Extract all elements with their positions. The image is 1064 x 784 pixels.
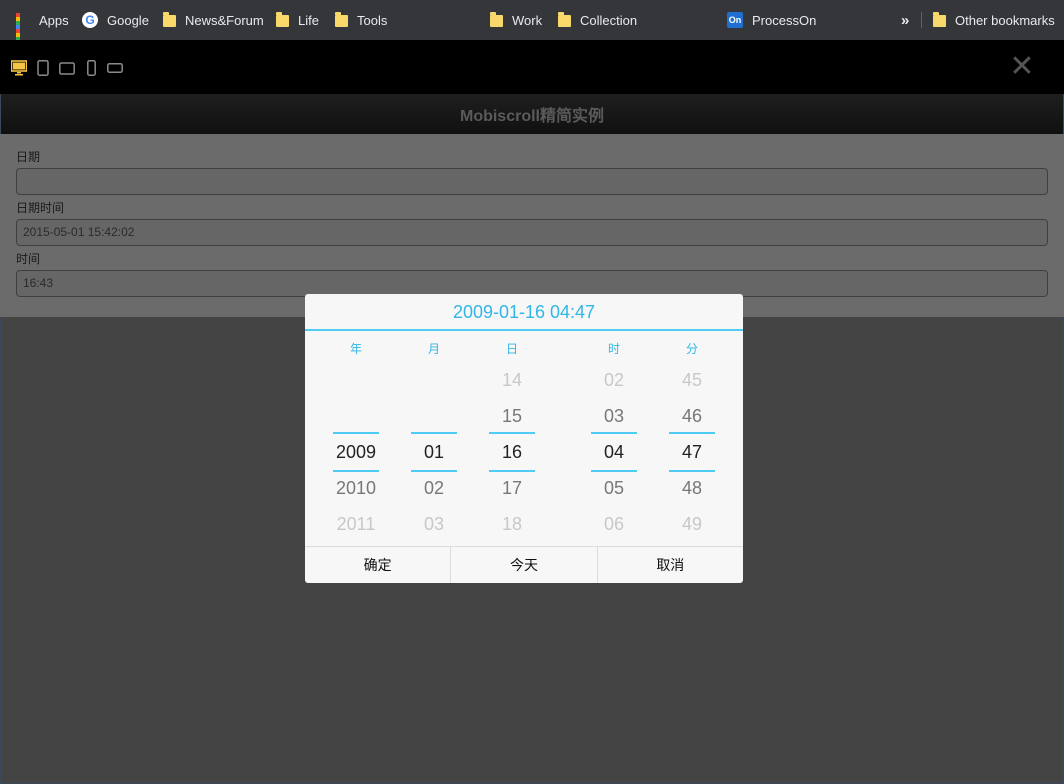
month-wheel[interactable]: 01 02 03: [411, 362, 457, 542]
time-input[interactable]: 16:43: [16, 270, 1048, 297]
wheel-item[interactable]: 02: [591, 362, 637, 398]
wheel-item-selected[interactable]: 2009: [333, 434, 379, 470]
close-preview-icon[interactable]: ✕: [1009, 52, 1035, 82]
page-title: Mobiscroll精简实例: [0, 94, 1064, 134]
bookmark-label: Other bookmarks: [955, 12, 1055, 28]
wheel-item[interactable]: 06: [591, 506, 637, 542]
date-label: 日期: [16, 150, 41, 164]
tablet-portrait-icon[interactable]: [37, 60, 49, 81]
wheel-item[interactable]: 49: [669, 506, 715, 542]
selection-line: [669, 470, 715, 472]
bookmark-label: Work: [512, 12, 543, 28]
selection-line: [489, 470, 535, 472]
selection-line: [411, 470, 457, 472]
phone-portrait-icon[interactable]: [87, 60, 96, 81]
datetime-input[interactable]: 2015-05-01 15:42:02: [16, 219, 1048, 246]
day-column-label: 日: [505, 342, 518, 356]
wheel-item[interactable]: 17: [489, 470, 535, 506]
wheel-item[interactable]: 02: [411, 470, 457, 506]
day-wheel[interactable]: 14 15 16 17 18: [489, 362, 535, 542]
bookmark-tools[interactable]: Tools: [335, 0, 387, 40]
confirm-button[interactable]: 确定: [305, 547, 452, 583]
cancel-button[interactable]: 取消: [598, 547, 743, 583]
bookmark-label: Apps: [39, 12, 69, 28]
bookmark-news-forum[interactable]: News&Forum: [163, 0, 264, 40]
bookmark-collection[interactable]: Collection: [558, 0, 637, 40]
minute-column-label: 分: [685, 342, 698, 356]
wheel-item[interactable]: [411, 398, 457, 434]
picker-button-bar: 确定 今天 取消: [305, 546, 743, 583]
bookmark-google[interactable]: G Google: [82, 0, 149, 40]
bookmark-label: Google: [107, 12, 149, 28]
wheel-item-selected[interactable]: 47: [669, 434, 715, 470]
wheel-item-selected[interactable]: 16: [489, 434, 535, 470]
year-column-label: 年: [349, 342, 362, 356]
wheel-item[interactable]: 15: [489, 398, 535, 434]
bookmark-label: Collection: [580, 12, 638, 28]
bookmark-work[interactable]: Work: [490, 0, 542, 40]
month-column-label: 月: [427, 342, 440, 356]
wheel-item[interactable]: [411, 362, 457, 398]
wheel-item[interactable]: 05: [591, 470, 637, 506]
phone-landscape-icon[interactable]: [107, 60, 123, 78]
bookmark-label: News&Forum: [185, 12, 264, 28]
wheel-item[interactable]: 03: [591, 398, 637, 434]
datetime-label: 日期时间: [16, 201, 65, 215]
apps-icon: [16, 13, 30, 49]
bookmark-label: Tools: [357, 12, 388, 28]
year-wheel[interactable]: 2009 2010 2011: [333, 362, 379, 542]
datetime-picker-dialog: 2009-01-16 04:47 年 月 日 时 分 2009 2010 201…: [305, 294, 743, 583]
form-area: 日期 日期时间 2015-05-01 15:42:02 时间 16:43: [0, 134, 1064, 317]
today-button[interactable]: 今天: [451, 547, 598, 583]
bookmarks-divider: [921, 12, 922, 28]
bookmark-label: ProcessOn: [752, 12, 817, 28]
wheel-item[interactable]: 18: [489, 506, 535, 542]
wheel-item[interactable]: 2011: [333, 506, 379, 542]
bookmark-life[interactable]: Life: [276, 0, 319, 40]
folder-icon: [933, 12, 946, 27]
hour-wheel[interactable]: 02 03 04 05 06: [591, 362, 637, 542]
double-chevron-icon: »: [901, 11, 910, 29]
date-input[interactable]: [16, 168, 1048, 195]
bookmark-label: Life: [298, 12, 319, 28]
selection-line: [591, 432, 637, 434]
wheel-item[interactable]: 48: [669, 470, 715, 506]
selection-line: [333, 470, 379, 472]
device-preview-bar: [0, 40, 1064, 94]
picker-selected-value: 2009-01-16 04:47: [305, 294, 743, 331]
wheel-item[interactable]: 46: [669, 398, 715, 434]
bookmark-apps[interactable]: Apps: [16, 0, 69, 49]
folder-icon: [276, 12, 289, 27]
bookmarks-bar: Apps G Google News&Forum Life Tools Work…: [0, 0, 1064, 49]
wheel-item[interactable]: 45: [669, 362, 715, 398]
wheel-item-selected[interactable]: 01: [411, 434, 457, 470]
wheel-item[interactable]: 2010: [333, 470, 379, 506]
wheel-item[interactable]: [333, 362, 379, 398]
tablet-landscape-icon[interactable]: [59, 60, 75, 80]
wheel-item[interactable]: [333, 398, 379, 434]
folder-icon: [163, 12, 176, 27]
folder-icon: [490, 12, 503, 27]
selection-line: [333, 432, 379, 434]
folder-icon: [558, 12, 571, 27]
selection-line: [591, 470, 637, 472]
time-label: 时间: [16, 252, 41, 266]
more-bookmarks-button[interactable]: »: [901, 0, 909, 40]
hour-column-label: 时: [607, 342, 620, 356]
minute-wheel[interactable]: 45 46 47 48 49: [669, 362, 715, 542]
desktop-icon[interactable]: [10, 60, 28, 81]
wheel-item[interactable]: 14: [489, 362, 535, 398]
bookmark-processon[interactable]: On ProcessOn: [727, 0, 816, 40]
google-icon: G: [82, 12, 98, 28]
bookmark-other[interactable]: Other bookmarks: [933, 0, 1055, 40]
selection-line: [489, 432, 535, 434]
selection-line: [669, 432, 715, 434]
processon-icon: On: [727, 12, 743, 28]
selection-line: [411, 432, 457, 434]
wheel-item[interactable]: 03: [411, 506, 457, 542]
wheel-item-selected[interactable]: 04: [591, 434, 637, 470]
folder-icon: [335, 12, 348, 27]
